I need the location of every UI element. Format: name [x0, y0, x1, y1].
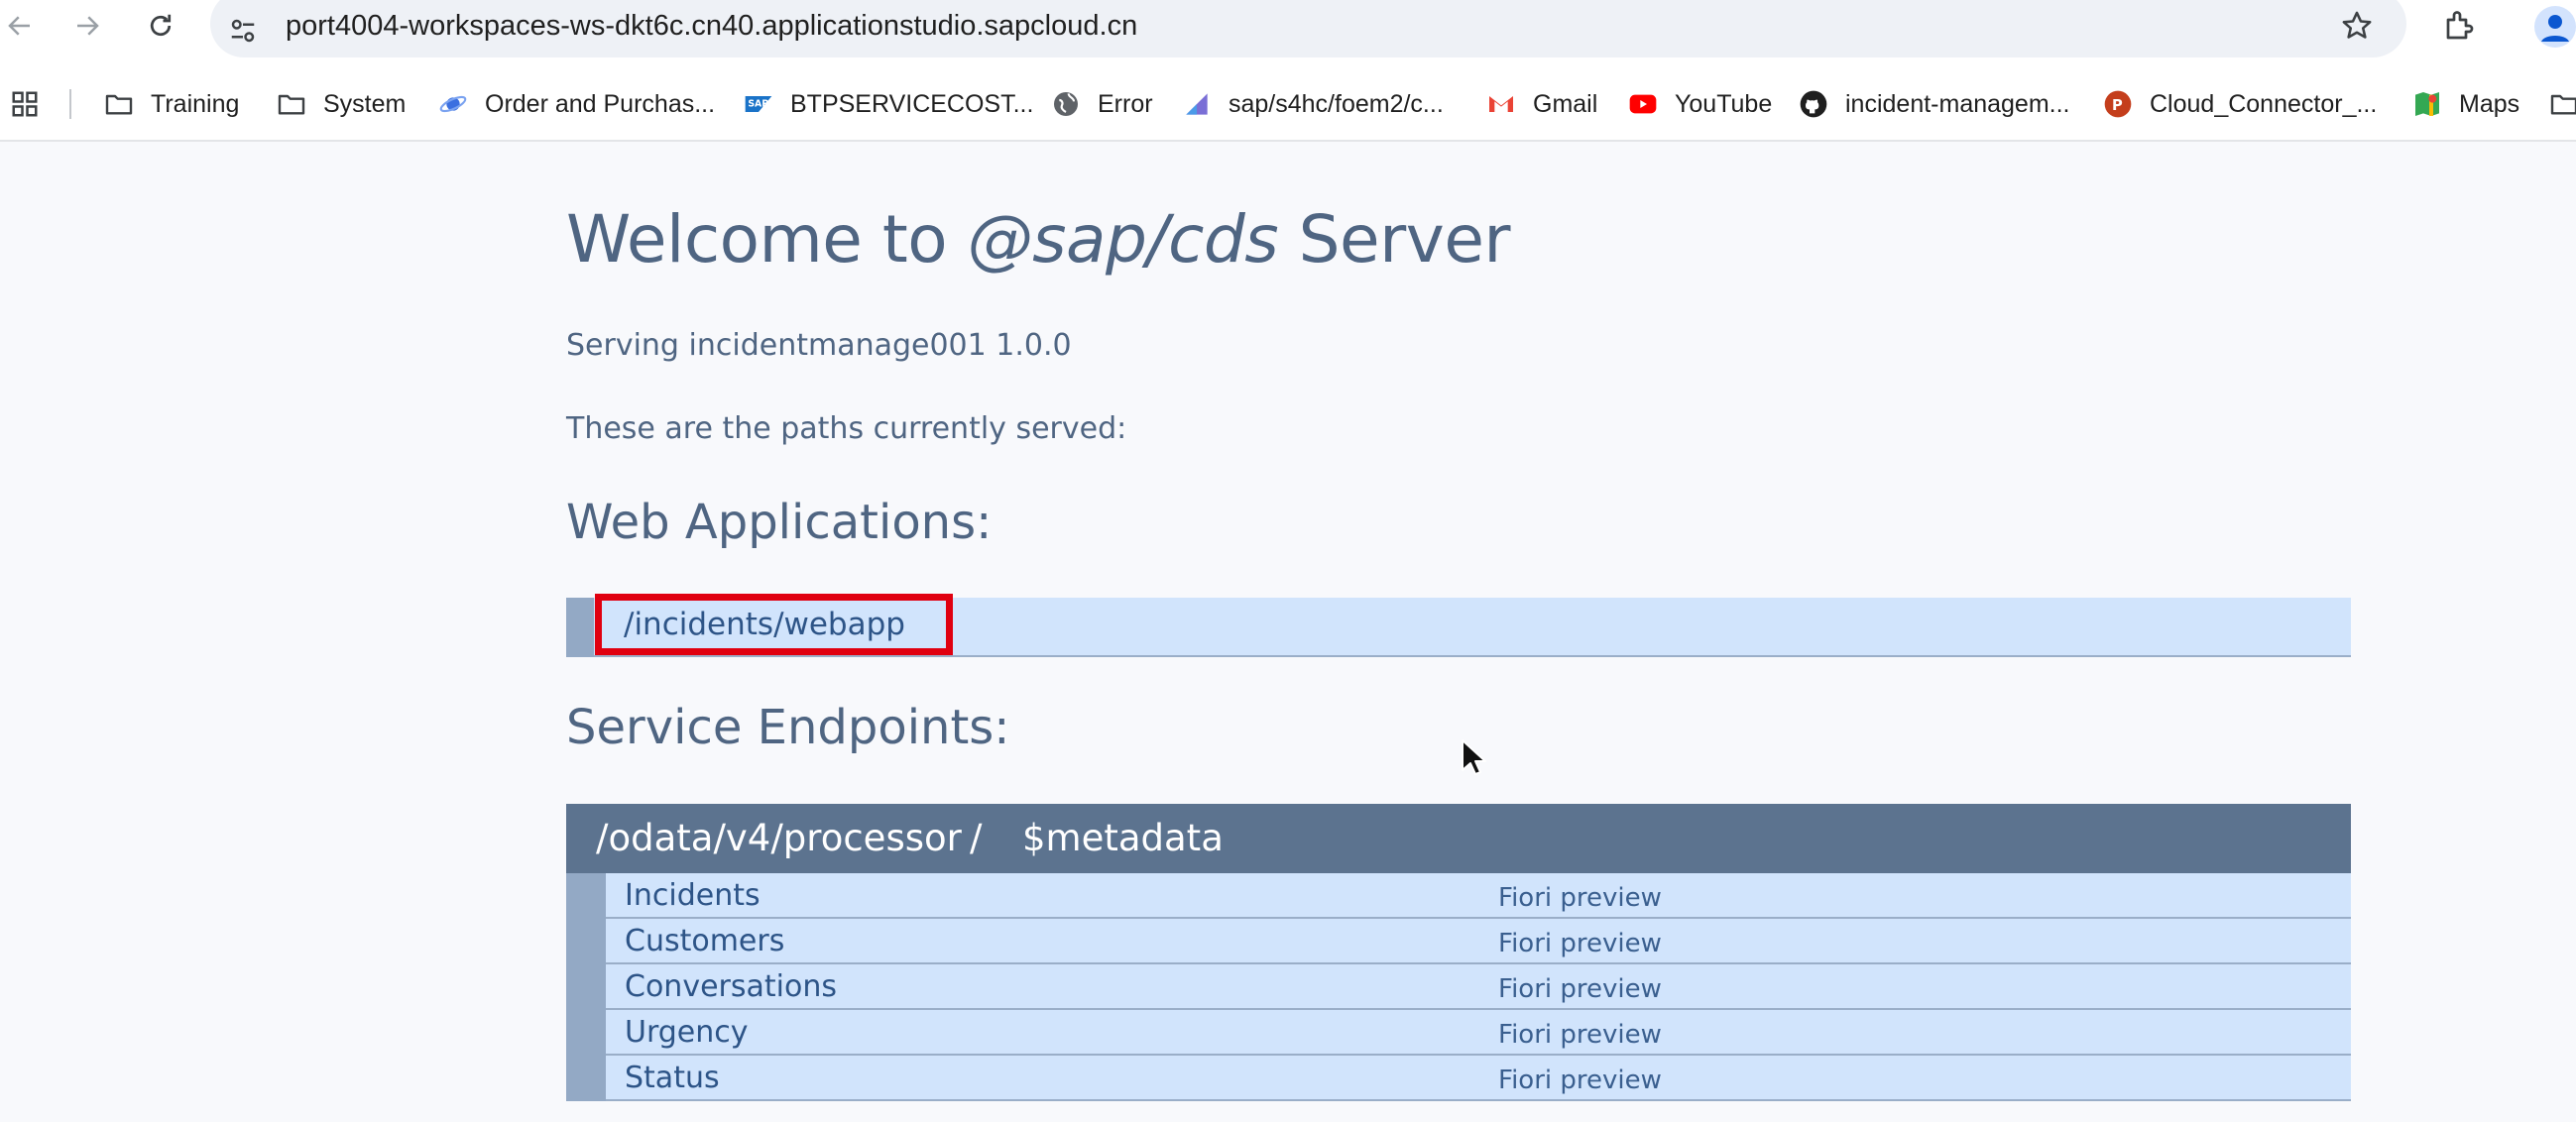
bookmark-label: Maps [2459, 89, 2520, 118]
bookmark-label: System [323, 89, 407, 118]
bookmark-star-icon[interactable] [2340, 9, 2374, 43]
serving-text: Serving incidentmanage001 1.0.0 [566, 328, 1072, 363]
address-bar[interactable]: port4004-workspaces-ws-dkt6c.cn40.applic… [210, 0, 2406, 57]
row-stripe [566, 598, 594, 657]
row-stripe [566, 1010, 606, 1056]
row-stripe [566, 873, 606, 919]
browser-chrome: port4004-workspaces-ws-dkt6c.cn40.applic… [0, 0, 2576, 142]
bookmark-gmail[interactable]: Gmail [1485, 79, 1597, 129]
github-icon [1798, 88, 1829, 120]
chart-icon [1181, 88, 1213, 120]
title-package: @sap/cds [967, 201, 1279, 278]
profile-avatar-icon[interactable] [2534, 6, 2576, 48]
site-info-icon[interactable] [228, 16, 258, 46]
bookmark-label: Error [1098, 89, 1153, 118]
bookmark-label: incident-managem... [1845, 89, 2070, 118]
mouse-cursor-icon [1462, 739, 1486, 775]
svg-text:P: P [2112, 97, 2123, 114]
bookmarks-divider [69, 89, 71, 119]
entity-row: Customers Fiori preview [566, 919, 2351, 964]
bookmark-error[interactable]: Error [1050, 79, 1153, 129]
service-separator: / [970, 817, 983, 859]
bookmark-sap-s4hc[interactable]: sap/s4hc/foem2/c... [1181, 79, 1444, 129]
fiori-preview-link[interactable]: Fiori preview [1498, 883, 1662, 913]
bookmark-folder-overflow[interactable] [2548, 79, 2576, 129]
bookmark-maps[interactable]: Maps [2411, 79, 2519, 129]
folder-icon [2548, 88, 2576, 120]
entity-list: Incidents Fiori preview Customers Fiori … [566, 873, 2351, 1101]
planet-icon [437, 88, 469, 120]
bookmark-label: Training [151, 89, 240, 118]
fiori-preview-link[interactable]: Fiori preview [1498, 1066, 1662, 1095]
entity-row: Status Fiori preview [566, 1056, 2351, 1101]
bookmark-training[interactable]: Training [103, 79, 239, 129]
reload-icon[interactable] [141, 6, 180, 46]
fiori-preview-link[interactable]: Fiori preview [1498, 929, 1662, 958]
fiori-preview-link[interactable]: Fiori preview [1498, 1020, 1662, 1050]
bookmark-label: Order and Purchas... [485, 89, 716, 118]
row-stripe [566, 1056, 606, 1101]
bookmark-cloud-connector[interactable]: P Cloud_Connector_... [2102, 79, 2377, 129]
bookmark-label: Cloud_Connector_... [2150, 89, 2378, 118]
entity-link-incidents[interactable]: Incidents [625, 878, 761, 913]
bookmark-order-purchase[interactable]: Order and Purchas... [437, 79, 715, 129]
entity-row: Conversations Fiori preview [566, 964, 2351, 1010]
bookmarks-bar: Training System Order and Purchas... SAP… [0, 79, 2576, 129]
powerpoint-icon: P [2102, 88, 2134, 120]
entity-row: Incidents Fiori preview [566, 873, 2351, 919]
maps-icon [2411, 88, 2443, 120]
globe-icon [1050, 88, 1082, 120]
youtube-icon [1627, 88, 1659, 120]
bookmark-system[interactable]: System [276, 79, 406, 129]
fiori-preview-link[interactable]: Fiori preview [1498, 974, 1662, 1004]
bookmark-incident-management[interactable]: incident-managem... [1798, 79, 2070, 129]
entity-link-conversations[interactable]: Conversations [625, 969, 837, 1004]
folder-icon [276, 88, 307, 120]
row-stripe [566, 964, 606, 1010]
service-path-link[interactable]: /odata/v4/processor [596, 817, 962, 859]
service-header: /odata/v4/processor / $metadata [566, 804, 2351, 873]
forward-icon[interactable] [67, 6, 107, 46]
bookmark-label: BTPSERVICECOST... [790, 89, 1034, 118]
service-endpoints-heading: Service Endpoints: [566, 700, 1010, 755]
title-prefix: Welcome to [566, 201, 968, 278]
gmail-icon [1485, 88, 1517, 120]
bookmark-label: YouTube [1675, 89, 1773, 118]
page-title: Welcome to @sap/cds Server [566, 201, 1511, 278]
bookmark-label: Gmail [1533, 89, 1598, 118]
entity-row: Urgency Fiori preview [566, 1010, 2351, 1056]
metadata-link[interactable]: $metadata [1022, 817, 1224, 859]
back-icon[interactable] [0, 6, 40, 46]
bookmark-label: sap/s4hc/foem2/c... [1229, 89, 1444, 118]
url-text[interactable]: port4004-workspaces-ws-dkt6c.cn40.applic… [286, 10, 1137, 43]
entity-link-urgency[interactable]: Urgency [625, 1015, 749, 1050]
entity-link-customers[interactable]: Customers [625, 924, 784, 958]
row-stripe [566, 919, 606, 964]
svg-text:SAP: SAP [748, 99, 768, 110]
paths-intro-text: These are the paths currently served: [566, 411, 1127, 446]
bookmark-btpservicecost[interactable]: SAP BTPSERVICECOST... [743, 79, 1033, 129]
bookmark-youtube[interactable]: YouTube [1627, 79, 1772, 129]
sap-logo-icon: SAP [743, 88, 774, 120]
title-suffix: Server [1278, 201, 1511, 278]
folder-icon [103, 88, 135, 120]
web-applications-heading: Web Applications: [566, 495, 993, 550]
entity-link-status[interactable]: Status [625, 1061, 720, 1095]
apps-grid-icon[interactable] [10, 89, 40, 119]
extensions-icon[interactable] [2442, 8, 2478, 44]
highlight-annotation-box [595, 594, 953, 655]
